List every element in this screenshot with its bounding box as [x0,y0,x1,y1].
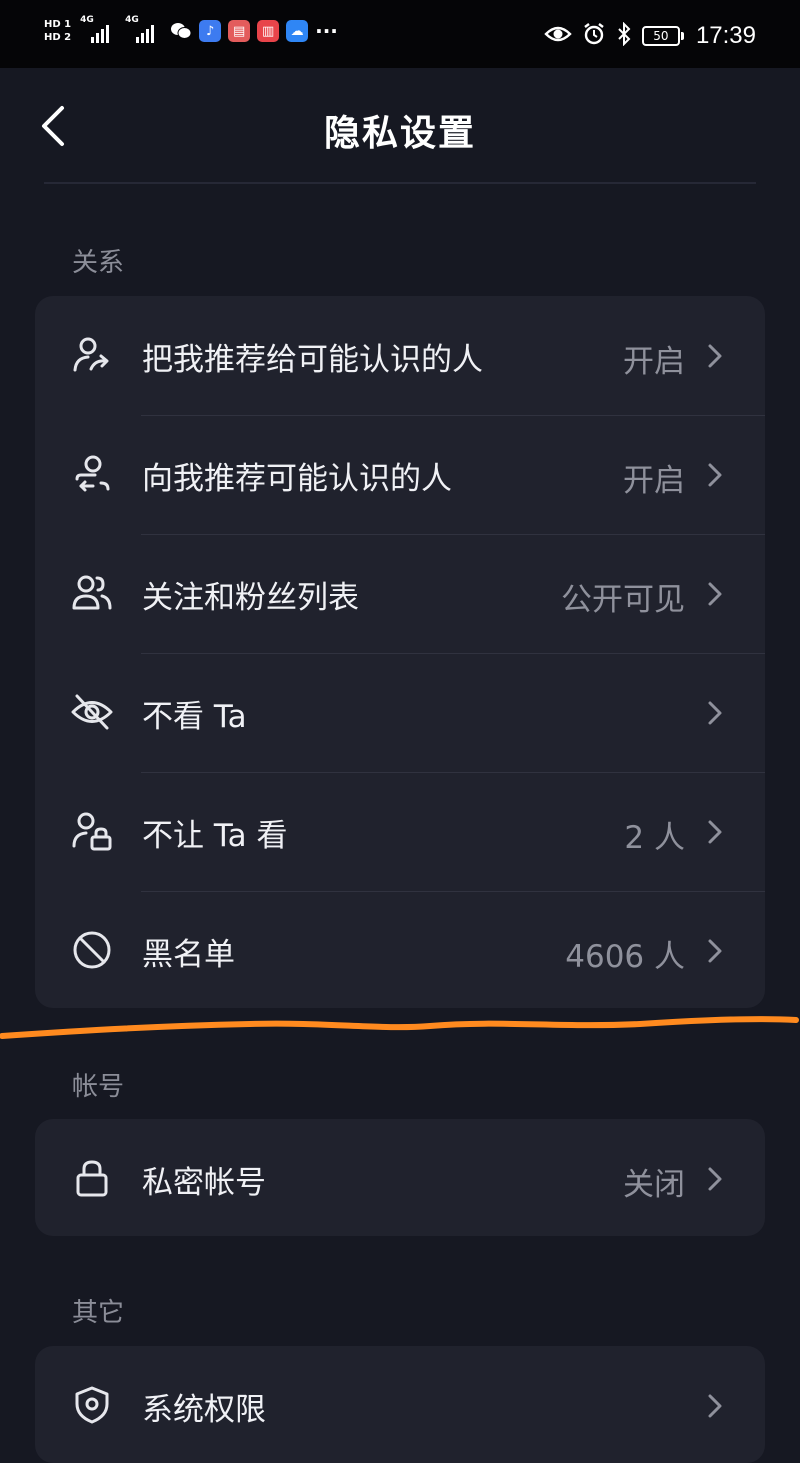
chevron-right-icon [705,699,725,727]
section-label-account: 帐号 [72,1072,125,1102]
row-label: 不让 Ta 看 [142,818,288,854]
row-value: 公开可见 [561,582,685,618]
network-type-1: 4G [80,15,94,25]
hd2-label: HD 2 [44,32,72,43]
row-label: 把我推荐给可能认识的人 [142,342,483,378]
status-time: 17:39 [695,22,756,49]
row-label: 系统权限 [142,1392,266,1428]
lock-icon [71,1157,113,1199]
relations-card: 把我推荐给可能认识的人 开启 向我推荐可能认识的人 开启 关注和粉丝列表 公开可… [35,296,765,1008]
shield-icon [71,1384,113,1426]
row-label: 向我推荐可能认识的人 [142,461,452,497]
wechat-icon [170,20,192,42]
status-bar: HD 1 HD 2 4G 4G ♪ ▤ ▥ ☁ ··· 50 17:39 [0,0,800,68]
chevron-right-icon [705,580,725,608]
nav-header: 隐私设置 [0,68,800,184]
hd-indicator: HD 1 HD 2 [44,18,71,44]
chevron-right-icon [705,1392,725,1420]
row-value: 关闭 [623,1167,685,1203]
section-label-relations: 关系 [72,248,125,278]
row-value: 开启 [623,344,685,380]
row-value: 开启 [623,463,685,499]
hd1-label: HD 1 [44,19,72,30]
person-lock-icon [71,810,113,852]
music-app-icon: ♪ [199,20,222,42]
more-notifications-icon: ··· [315,19,338,43]
block-icon [71,929,113,971]
eye-comfort-icon [544,24,572,48]
orange-annotation-line [0,1016,799,1039]
row-value: 2 人 [624,820,685,856]
people-icon [71,572,113,614]
row-label: 不看 Ta [142,699,247,735]
cloud-app-icon: ☁ [286,20,309,42]
row-label: 私密帐号 [142,1165,266,1201]
reading-app-icon: ▤ [228,20,251,42]
account-card: 私密帐号 关闭 [35,1119,765,1236]
row-label: 关注和粉丝列表 [142,580,359,616]
person-share-icon [71,334,113,376]
section-label-other: 其它 [72,1298,125,1328]
chevron-right-icon [705,1165,725,1193]
chevron-right-icon [705,818,725,846]
row-value: 4606 人 [565,939,685,975]
row-recommend-me-to-others[interactable]: 把我推荐给可能认识的人 开启 [35,296,765,415]
status-left: HD 1 HD 2 4G 4G ♪ ▤ ▥ ☁ ··· [44,15,338,44]
eye-off-icon [71,691,113,733]
status-right: 50 17:39 [544,21,756,50]
row-blacklist[interactable]: 黑名单 4606 人 [35,891,765,1008]
row-private-account[interactable]: 私密帐号 关闭 [35,1119,765,1236]
page-title: 隐私设置 [323,113,476,154]
signal-1-icon: 4G [80,15,118,43]
chevron-right-icon [705,461,725,489]
row-label: 黑名单 [142,937,235,973]
header-divider [44,182,756,184]
network-type-2: 4G [125,15,139,25]
row-hide-my-content[interactable]: 不让 Ta 看 2 人 [35,772,765,891]
signal-2-icon: 4G [125,15,163,43]
alarm-icon [582,22,606,50]
person-recommend-icon [71,453,113,495]
battery-indicator: 50 [641,26,684,46]
notes-app-icon: ▥ [257,20,280,42]
row-hide-their-content[interactable]: 不看 Ta [35,653,765,772]
bluetooth-icon [616,21,632,50]
row-follow-fans-list[interactable]: 关注和粉丝列表 公开可见 [35,534,765,653]
row-recommend-others-to-me[interactable]: 向我推荐可能认识的人 开启 [35,415,765,534]
chevron-right-icon [705,937,725,965]
chevron-right-icon [705,342,725,370]
